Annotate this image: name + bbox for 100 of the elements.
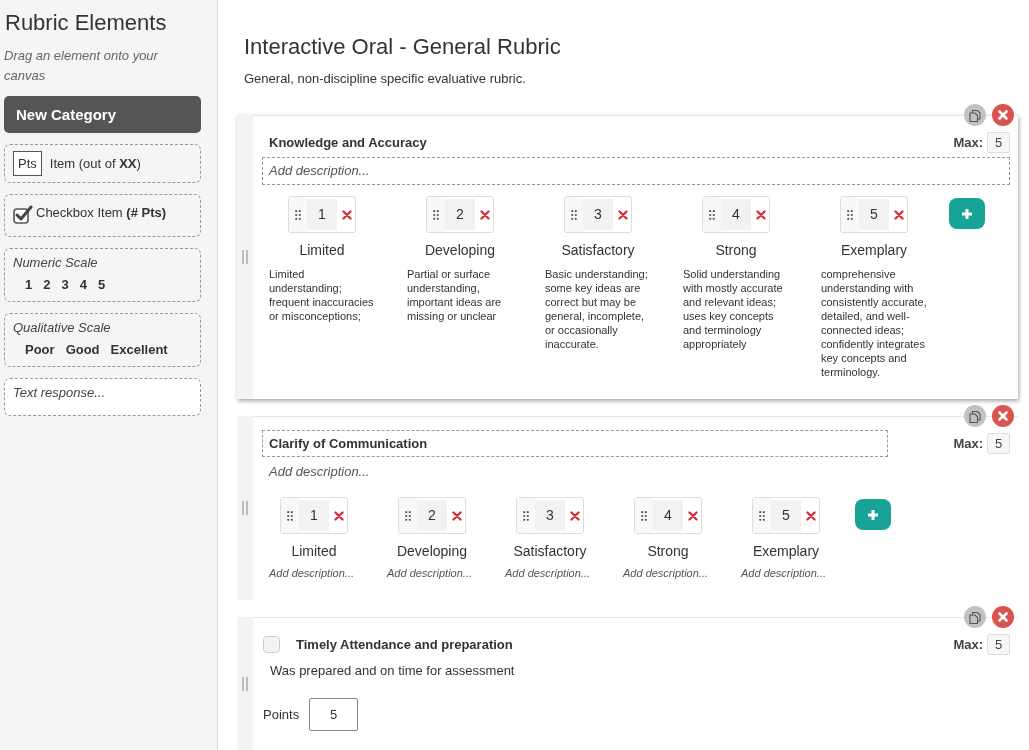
sidebar-title: Rubric Elements bbox=[5, 9, 168, 37]
plus-icon bbox=[961, 207, 973, 220]
close-icon[interactable] bbox=[992, 606, 1014, 628]
copy-icon[interactable] bbox=[964, 104, 986, 126]
max-label: Max: bbox=[953, 436, 983, 451]
element-label: Checkbox Item (# Pts) bbox=[36, 205, 167, 221]
rubric-title: Interactive Oral - General Rubric bbox=[244, 34, 562, 60]
level-name[interactable]: Strong bbox=[715, 242, 757, 259]
delete-icon[interactable] bbox=[480, 209, 490, 220]
level-name[interactable]: Limited bbox=[299, 242, 345, 259]
scale-value: 3 bbox=[61, 276, 69, 294]
delete-icon[interactable] bbox=[688, 510, 698, 521]
scale-value: Poor bbox=[25, 341, 55, 359]
level-description-placeholder[interactable]: Add description... bbox=[269, 566, 359, 580]
delete-icon[interactable] bbox=[570, 510, 580, 521]
drag-handle-icon[interactable] bbox=[242, 676, 248, 692]
delete-icon[interactable] bbox=[452, 510, 462, 521]
grip-icon[interactable] bbox=[287, 510, 293, 521]
score-field[interactable]: 4 bbox=[721, 199, 751, 230]
category-title[interactable]: Timely Attendance and preparation bbox=[295, 636, 514, 653]
grip-icon[interactable] bbox=[641, 510, 647, 521]
level-name[interactable]: Developing bbox=[424, 242, 496, 259]
grip-icon[interactable] bbox=[433, 209, 439, 220]
score-field[interactable]: 4 bbox=[653, 500, 683, 531]
add-level-button[interactable] bbox=[855, 499, 891, 530]
level-description[interactable]: Limited understanding; frequent inaccuracies or misconceptions; bbox=[269, 267, 375, 323]
grip-icon[interactable] bbox=[709, 209, 715, 220]
level-name[interactable]: Exemplary bbox=[840, 242, 908, 259]
new-category-button[interactable]: New Category bbox=[4, 96, 201, 133]
max-field[interactable]: 5 bbox=[987, 634, 1010, 655]
level-description[interactable]: Solid understanding with mostly accurate and relevant ideas; uses key concepts and terminology appropriately bbox=[683, 267, 789, 351]
level-name[interactable]: Strong bbox=[647, 543, 689, 560]
close-icon[interactable] bbox=[992, 405, 1014, 427]
scale-value: 4 bbox=[79, 276, 87, 294]
element-label: Item (out of XX) bbox=[49, 156, 141, 171]
points-item-element[interactable]: Pts Item (out of XX) bbox=[4, 144, 201, 183]
grip-icon[interactable] bbox=[405, 510, 411, 521]
score-field[interactable]: 5 bbox=[859, 199, 889, 230]
level-name[interactable]: Developing bbox=[396, 543, 468, 560]
grip-icon[interactable] bbox=[295, 209, 301, 220]
pts-label: Pts bbox=[13, 151, 42, 176]
score-field[interactable]: 2 bbox=[417, 500, 447, 531]
level-name[interactable]: Satisfactory bbox=[513, 543, 587, 560]
grip-icon[interactable] bbox=[571, 209, 577, 220]
category-title[interactable]: Knowledge and Accuracy bbox=[262, 129, 888, 156]
grip-icon[interactable] bbox=[523, 510, 529, 521]
level-description-placeholder[interactable]: Add description... bbox=[623, 566, 713, 580]
description-field[interactable]: Add description... bbox=[262, 157, 1010, 185]
score-field[interactable]: 3 bbox=[535, 500, 565, 531]
category-title[interactable]: Clarify of Communication bbox=[262, 430, 888, 457]
score-field[interactable]: 3 bbox=[583, 199, 613, 230]
level-description[interactable]: Basic understanding; some key ideas are correct but may be general, incomplete, or occasionally inaccurate. bbox=[545, 267, 651, 351]
text-response-element[interactable]: Text response... bbox=[4, 378, 201, 416]
copy-icon[interactable] bbox=[964, 405, 986, 427]
scale-element[interactable]: Qualitative Scale Poor Good Excellent bbox=[4, 313, 201, 367]
element-label: Numeric Scale bbox=[13, 254, 99, 272]
score-field[interactable]: 5 bbox=[771, 500, 801, 531]
level-description[interactable]: Partial or surface understanding, important ideas are missing or unclear bbox=[407, 267, 513, 323]
max-label: Max: bbox=[953, 637, 983, 652]
level-name[interactable]: Exemplary bbox=[752, 543, 820, 560]
delete-icon[interactable] bbox=[894, 209, 904, 220]
copy-icon[interactable] bbox=[964, 606, 986, 628]
drag-handle-icon[interactable] bbox=[242, 249, 248, 265]
level-description[interactable]: comprehensive understanding with consistently accurate, detailed, and well-connected ideas; confidently integrates key concepts and terminology. bbox=[821, 267, 927, 379]
element-placeholder: Text response... bbox=[13, 385, 105, 400]
add-level-button[interactable] bbox=[949, 198, 985, 229]
element-label: Qualitative Scale bbox=[13, 319, 112, 337]
points-field[interactable]: 5 bbox=[309, 698, 359, 731]
scale-value: 5 bbox=[97, 276, 106, 294]
grip-icon[interactable] bbox=[759, 510, 765, 521]
checkbox-item-element[interactable]: Checkbox Item (# Pts) bbox=[4, 194, 201, 237]
rubric-description: General, non-discipline specific evaluative rubric. bbox=[244, 70, 527, 88]
close-icon[interactable] bbox=[992, 104, 1014, 126]
max-field[interactable]: 5 bbox=[987, 433, 1010, 454]
level-description-placeholder[interactable]: Add description... bbox=[387, 566, 477, 580]
scale-value: Good bbox=[65, 341, 100, 359]
scale-element[interactable]: Numeric Scale 1 2 3 4 5 bbox=[4, 248, 201, 302]
level-description-placeholder[interactable]: Add description... bbox=[505, 566, 595, 580]
grip-icon[interactable] bbox=[847, 209, 853, 220]
delete-icon[interactable] bbox=[342, 209, 352, 220]
scale-value: 2 bbox=[43, 276, 51, 294]
delete-icon[interactable] bbox=[806, 510, 816, 521]
plus-icon bbox=[867, 508, 879, 521]
max-field[interactable]: 5 bbox=[987, 132, 1010, 153]
level-description-placeholder[interactable]: Add description... bbox=[741, 566, 831, 580]
max-label: Max: bbox=[953, 135, 983, 150]
sidebar-hint: Drag an element onto your canvas bbox=[4, 47, 160, 85]
delete-icon[interactable] bbox=[756, 209, 766, 220]
delete-icon[interactable] bbox=[334, 510, 344, 521]
level-name[interactable]: Limited bbox=[291, 543, 337, 560]
score-field[interactable]: 1 bbox=[299, 500, 329, 531]
category-description[interactable]: Was prepared and on time for assessment bbox=[269, 661, 1010, 681]
level-name[interactable]: Satisfactory bbox=[561, 242, 635, 259]
description-field[interactable]: Add description... bbox=[262, 458, 1010, 486]
points-label: Points bbox=[263, 707, 300, 722]
checkbox[interactable] bbox=[263, 636, 280, 653]
score-field[interactable]: 1 bbox=[307, 199, 337, 230]
score-field[interactable]: 2 bbox=[445, 199, 475, 230]
delete-icon[interactable] bbox=[618, 209, 628, 220]
drag-handle-icon[interactable] bbox=[242, 500, 248, 516]
